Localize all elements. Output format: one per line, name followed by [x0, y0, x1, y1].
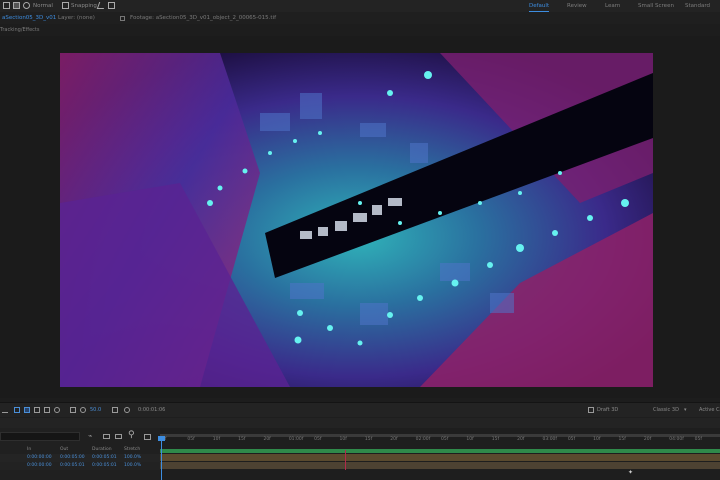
camera-icon[interactable] [112, 407, 118, 413]
snapping-checkbox[interactable] [62, 2, 69, 9]
time-ruler[interactable]: 0f05f10f15f20f01:00f05f10f15f20f02:00f05… [160, 437, 720, 447]
ruler-tick: 15f [364, 437, 373, 442]
panel-tabs: aSection05_3D_v01 Layer: (none) Footage:… [0, 12, 720, 24]
ruler-tick: 10f [593, 437, 601, 442]
layer-bar[interactable] [160, 462, 720, 469]
ruler-tick: 15f [491, 437, 500, 442]
ruler-tick: 10f [339, 437, 347, 442]
timeline-search-input[interactable] [0, 432, 80, 441]
tab-footage[interactable]: Footage: aSection05_3D_v01_object_2_0006… [130, 14, 276, 22]
render-image [60, 53, 653, 387]
row-stretch[interactable]: 100.0% [124, 463, 141, 469]
row-out[interactable]: 0:00:05:00 [60, 455, 85, 461]
workspace-default[interactable]: Default [529, 2, 550, 12]
normal-label[interactable]: Normal [33, 2, 53, 10]
frame-blend-icon[interactable] [103, 434, 110, 439]
pen-icon[interactable] [96, 2, 107, 9]
workspace-standard[interactable]: Standard [685, 2, 710, 10]
table-row[interactable]: 0:00:00:00 0:00:05:01 0:00:05:01 100.0% [0, 462, 160, 470]
layer-bar[interactable] [160, 454, 720, 461]
magnify-icon[interactable] [2, 407, 8, 413]
network-icon[interactable] [70, 407, 76, 413]
snapping-label[interactable]: Snapping [71, 2, 97, 10]
playhead-handle[interactable] [158, 436, 165, 441]
viewer-controls-bar: 50.0 0:00:01:06 Draft 3D Classic 3D ▾ Ac… [0, 402, 720, 418]
ruler-tick: 20f [263, 437, 271, 442]
graph-editor-icon[interactable]: ⚲ [128, 430, 135, 440]
composition-frame[interactable] [60, 53, 653, 387]
ruler-tick: 05f [314, 437, 322, 442]
shy-icon[interactable]: ⌁ [88, 432, 92, 440]
frame-icon[interactable] [13, 2, 20, 9]
tab-layer[interactable]: Layer: (none) [58, 14, 95, 22]
lock-icon[interactable] [120, 16, 125, 21]
effects-label: Tracking/Effects [0, 27, 40, 33]
draft-3d-label[interactable]: Draft 3D [597, 406, 618, 414]
ruler-tick: 10f [212, 437, 221, 442]
active-camera-select[interactable]: Active Ca [699, 406, 720, 414]
ruler-tick: 04:00f [669, 437, 684, 442]
ruler-tick: 03:00f [542, 437, 558, 442]
col-out[interactable]: Out [60, 447, 68, 453]
ruler-tick: 15f [618, 437, 626, 442]
ruler-tick: 05f [567, 437, 576, 442]
row-in[interactable]: 0:00:00:00 [27, 463, 52, 469]
show-snapshot-icon[interactable] [124, 407, 130, 413]
marker-line [345, 450, 346, 470]
row-duration[interactable]: 0:00:05:01 [92, 455, 117, 461]
row-in[interactable]: 0:00:00:00 [27, 455, 52, 461]
grid-icon[interactable] [24, 407, 30, 413]
cache-bar [160, 449, 720, 453]
tab-composition[interactable]: aSection05_3D_v01 [2, 14, 56, 22]
col-duration[interactable]: Duration [92, 447, 112, 453]
region-icon[interactable] [14, 407, 20, 413]
col-stretch[interactable]: Stretch [124, 447, 140, 453]
color-icon[interactable] [54, 407, 60, 413]
channel-icon[interactable] [44, 407, 50, 413]
table-row[interactable]: 0:00:00:00 0:00:05:00 0:00:05:01 100.0% [0, 454, 160, 462]
ruler-tick: 05f [441, 437, 449, 442]
add-icon[interactable] [3, 2, 10, 9]
mask-icon[interactable] [34, 407, 40, 413]
row-out[interactable]: 0:00:05:01 [60, 463, 85, 469]
comp-flowchart-icon[interactable] [144, 434, 151, 440]
workspace-review[interactable]: Review [567, 2, 587, 10]
move-cursor-icon: ✦ [628, 469, 634, 476]
timeline-tab-bar [0, 418, 720, 428]
row-stretch[interactable]: 100.0% [124, 455, 141, 461]
ruler-tick: 01:00f [288, 437, 304, 442]
col-in[interactable]: In [27, 447, 31, 453]
ruler-tick: 15f [238, 437, 246, 442]
draft-3d-icon[interactable] [588, 407, 594, 413]
renderer-select[interactable]: Classic 3D [653, 406, 679, 414]
settings-icon[interactable] [80, 407, 86, 413]
zoom-value[interactable]: 50.0 [90, 406, 101, 414]
ruler-tick: 10f [466, 437, 474, 442]
ruler-tick: 05f [187, 437, 195, 442]
motion-blur-icon[interactable] [115, 434, 122, 439]
playhead[interactable] [161, 436, 162, 480]
ruler-tick: 02:00f [415, 437, 431, 442]
chevron-down-icon[interactable]: ▾ [684, 406, 687, 414]
ruler-tick: 20f [517, 437, 525, 442]
ruler-tick: 20f [390, 437, 398, 442]
ruler-tick: 05f [694, 437, 702, 442]
row-duration[interactable]: 0:00:05:01 [92, 463, 117, 469]
rotate-icon[interactable] [23, 2, 30, 9]
workspace-small-screen[interactable]: Small Screen [638, 2, 674, 10]
ruler-tick: 20f [643, 437, 652, 442]
timecode-display[interactable]: 0:00:01:06 [138, 406, 165, 414]
workspace-learn[interactable]: Learn [605, 2, 620, 10]
align-icon[interactable] [108, 2, 115, 9]
